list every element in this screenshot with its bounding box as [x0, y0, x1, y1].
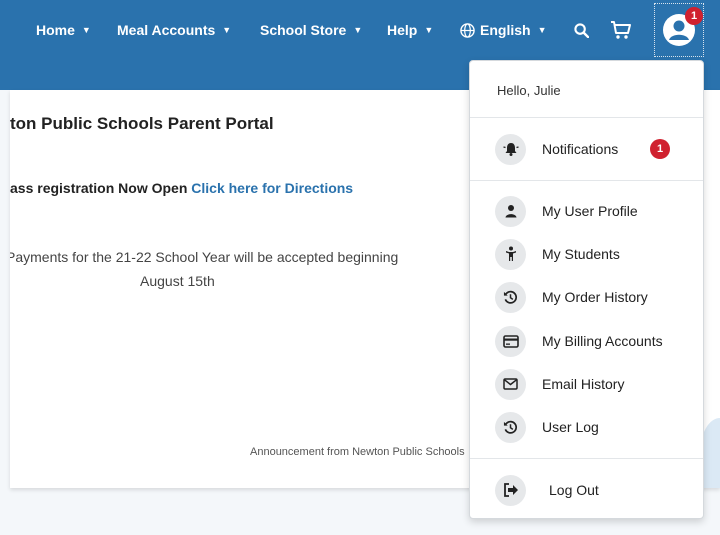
- nav-home-label: Home: [36, 22, 75, 38]
- menu-item-my-students[interactable]: My Students: [470, 237, 703, 271]
- nav-help[interactable]: Help ▼: [387, 0, 433, 60]
- menu-item-log-out[interactable]: Log Out: [470, 473, 703, 507]
- menu-item-user-log[interactable]: User Log: [470, 410, 703, 444]
- cart-icon: [611, 21, 631, 39]
- caret-down-icon: ▼: [222, 25, 232, 35]
- user-icon: [495, 195, 526, 227]
- directions-link[interactable]: Click here for Directions: [191, 180, 353, 196]
- menu-item-my-user-profile[interactable]: My User Profile: [470, 194, 703, 228]
- nav-school-store[interactable]: School Store ▼: [260, 0, 362, 60]
- caret-down-icon: ▼: [81, 25, 91, 35]
- menu-item-label: Email History: [542, 376, 625, 392]
- user-dropdown-menu: Hello, Julie Notifications 1 My User Pro…: [469, 60, 704, 519]
- class-registration-notice: ass registration Now Open Click here for…: [10, 180, 353, 196]
- nav-school-store-label: School Store: [260, 22, 347, 38]
- user-menu-badge: 1: [685, 7, 703, 25]
- bell-icon: [495, 133, 526, 165]
- history-icon: [495, 281, 526, 313]
- search-icon: [574, 22, 589, 38]
- menu-item-notifications[interactable]: Notifications 1: [470, 132, 703, 166]
- caret-down-icon: ▼: [353, 25, 363, 35]
- menu-item-label: My Billing Accounts: [542, 333, 663, 349]
- cart-button[interactable]: [610, 0, 632, 60]
- nav-meal-accounts[interactable]: Meal Accounts ▼: [117, 0, 231, 60]
- globe-icon: [460, 22, 475, 38]
- caret-down-icon: ▼: [424, 25, 434, 35]
- caret-down-icon: ▼: [537, 25, 547, 35]
- menu-item-label: Notifications: [542, 141, 619, 157]
- nav-language-label: English: [480, 22, 531, 38]
- history-icon: [495, 411, 526, 443]
- nav-help-label: Help: [387, 22, 418, 38]
- page-title: ton Public Schools Parent Portal: [10, 114, 274, 133]
- search-button[interactable]: [574, 0, 589, 60]
- menu-item-label: User Log: [542, 419, 599, 435]
- credit-card-icon: [495, 325, 526, 357]
- student-icon: [495, 238, 526, 270]
- user-greeting: Hello, Julie: [497, 83, 561, 98]
- nav-meal-accounts-label: Meal Accounts: [117, 22, 216, 38]
- payments-date: August 15th: [140, 273, 215, 289]
- menu-item-my-order-history[interactable]: My Order History: [470, 280, 703, 314]
- notifications-count-badge: 1: [650, 139, 670, 159]
- menu-item-email-history[interactable]: Email History: [470, 367, 703, 401]
- menu-item-label: Log Out: [549, 482, 599, 498]
- menu-item-label: My User Profile: [542, 203, 638, 219]
- class-registration-text: ass registration Now Open: [10, 180, 192, 196]
- payments-notice: Payments for the 21-22 School Year will …: [10, 249, 399, 265]
- nav-language[interactable]: English ▼: [460, 0, 546, 60]
- divider: [470, 458, 703, 459]
- nav-home[interactable]: Home ▼: [36, 0, 91, 60]
- announcement-source: Announcement from Newton Public Schools: [250, 446, 465, 458]
- divider: [470, 117, 703, 118]
- menu-item-label: My Order History: [542, 289, 648, 305]
- envelope-icon: [495, 368, 526, 400]
- menu-item-label: My Students: [542, 246, 620, 262]
- divider: [470, 180, 703, 181]
- sign-out-icon: [495, 474, 526, 506]
- menu-item-my-billing-accounts[interactable]: My Billing Accounts: [470, 324, 703, 358]
